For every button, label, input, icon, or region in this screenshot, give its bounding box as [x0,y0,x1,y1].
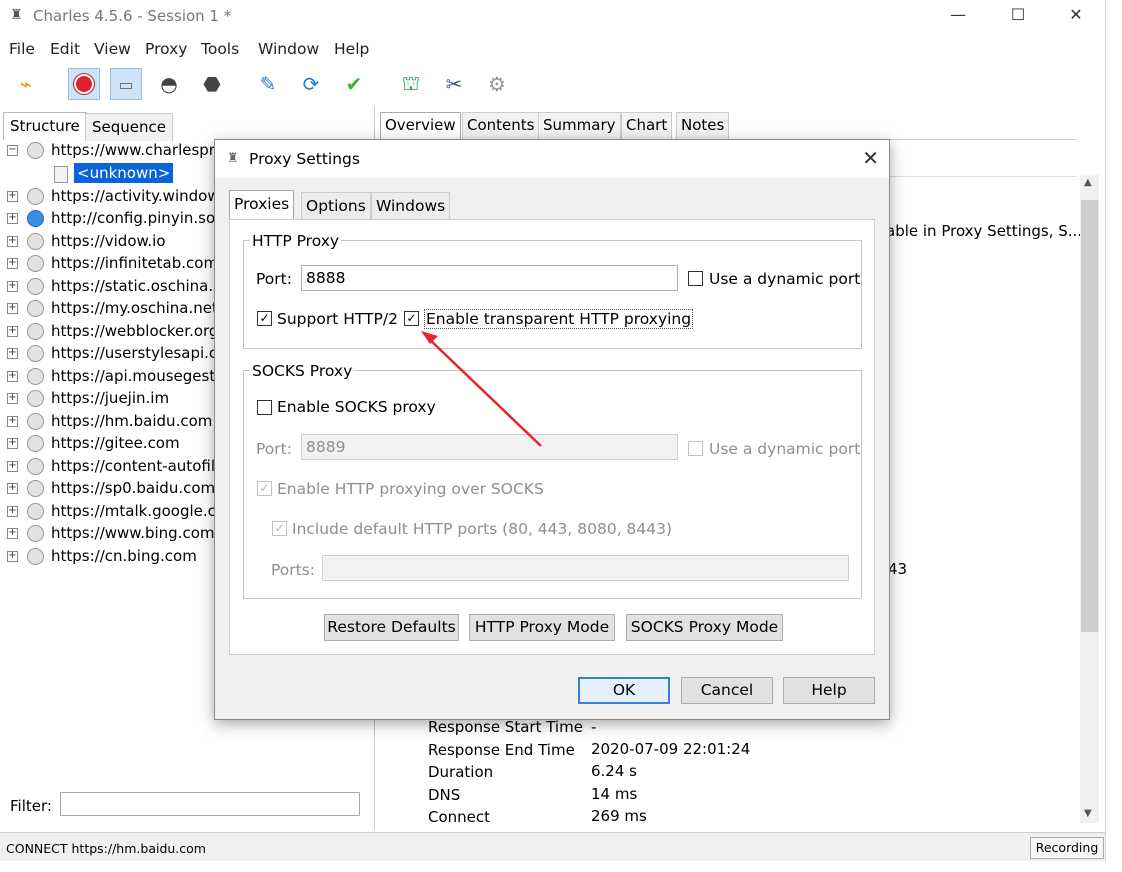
annotation-arrow-head [421,331,438,344]
annotation-arrow [421,331,542,447]
annotation-arrow-shaft [427,337,542,447]
